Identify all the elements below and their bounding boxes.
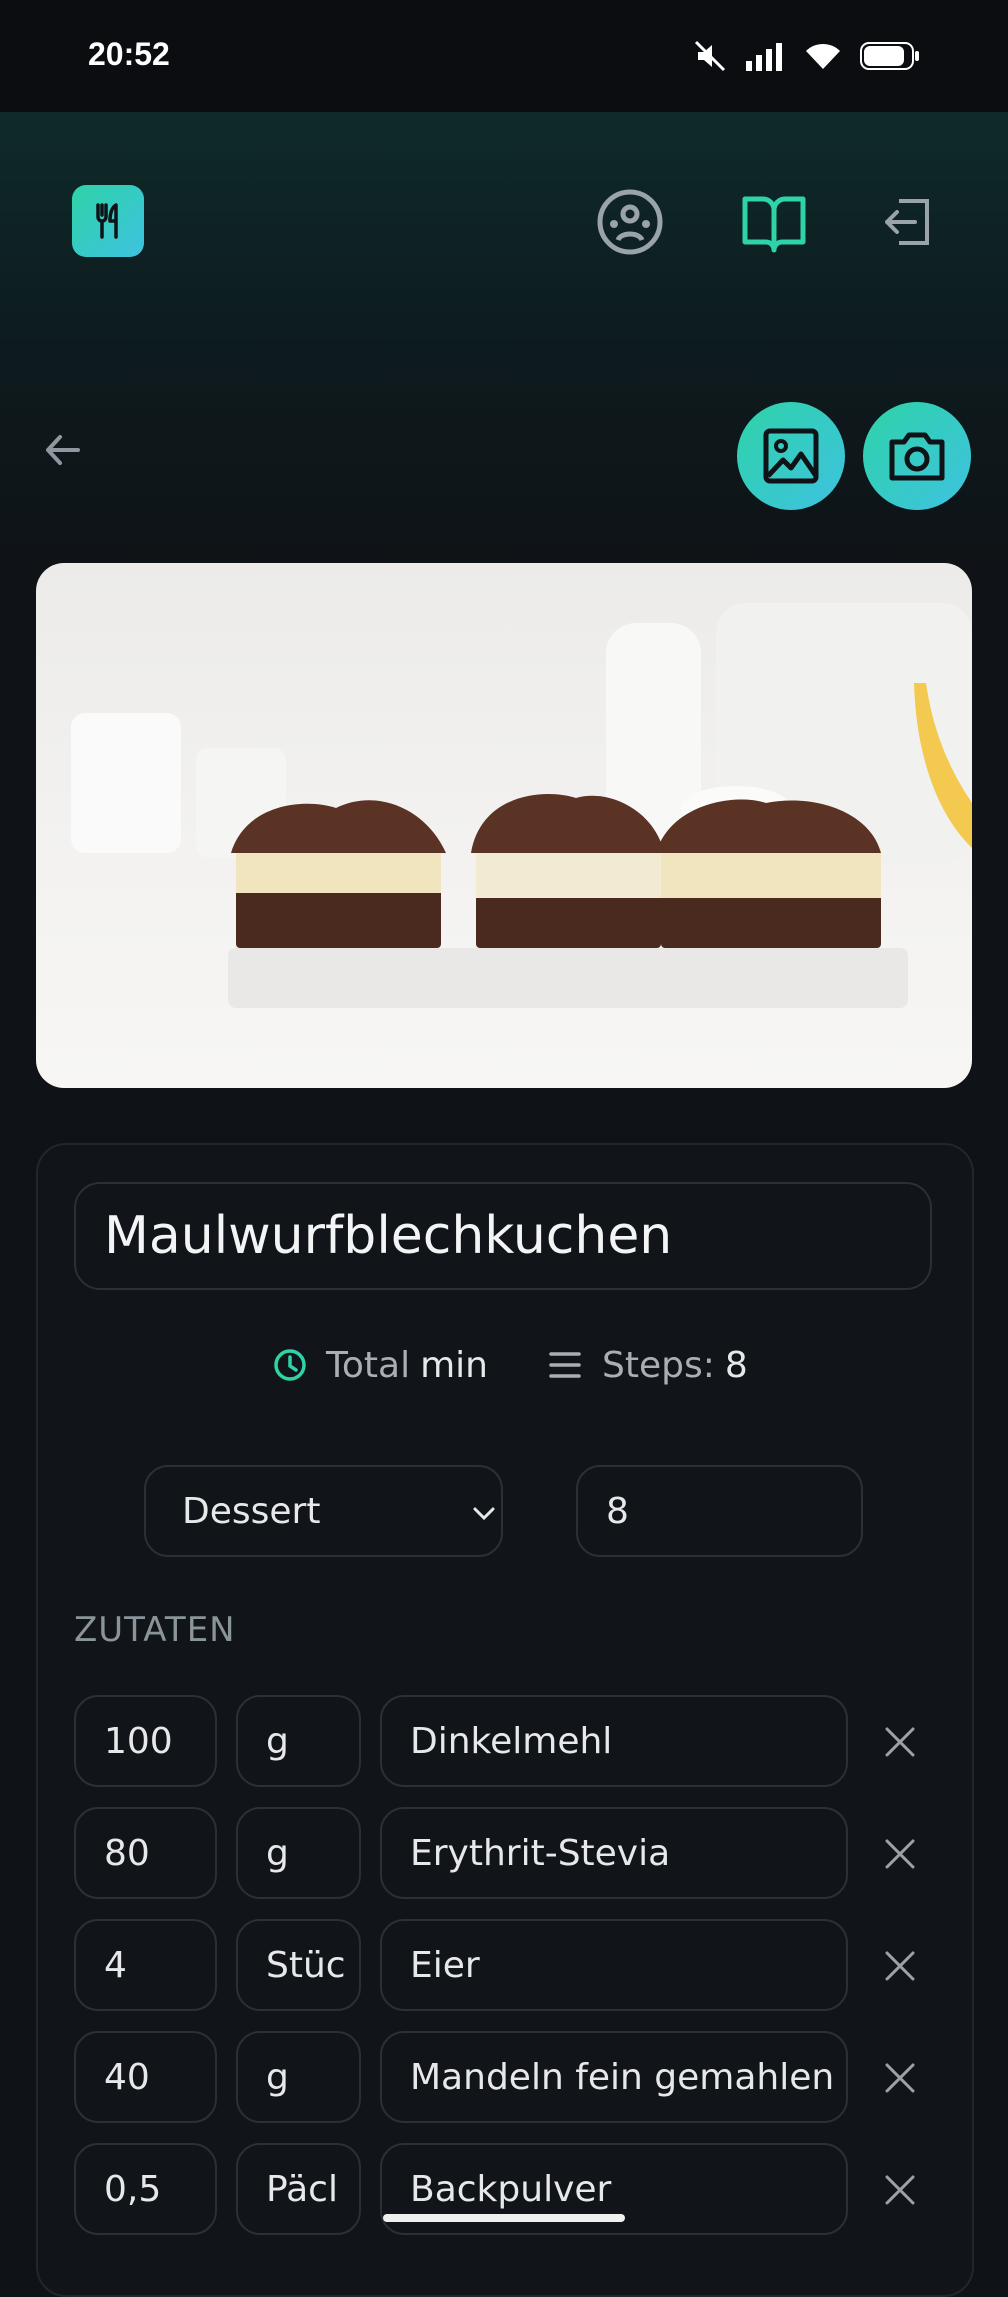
recipe-title-input[interactable]: Maulwurfblechkuchen bbox=[74, 1182, 932, 1290]
app-logo[interactable] bbox=[72, 185, 144, 257]
category-select[interactable]: Dessert bbox=[144, 1465, 503, 1557]
camera-button[interactable] bbox=[863, 402, 971, 510]
remove-ingredient-button[interactable] bbox=[880, 1834, 920, 1874]
ingredients-heading: ZUTATEN bbox=[74, 1610, 236, 1650]
ingredient-amount-input[interactable]: 40 bbox=[74, 2031, 217, 2123]
ingredient-name-input[interactable]: Dinkelmehl bbox=[380, 1695, 848, 1787]
servings-input[interactable]: 8 bbox=[576, 1465, 863, 1557]
ingredient-amount-input[interactable]: 0,5 bbox=[74, 2143, 217, 2235]
ingredient-name-input[interactable]: Erythrit-Stevia bbox=[380, 1807, 848, 1899]
remove-ingredient-button[interactable] bbox=[880, 1946, 920, 1986]
ingredient-unit-input[interactable]: g bbox=[236, 1695, 361, 1787]
back-button[interactable] bbox=[38, 425, 88, 475]
community-icon bbox=[597, 189, 663, 255]
chevron-down-icon bbox=[473, 1507, 495, 1521]
close-icon bbox=[885, 2175, 915, 2205]
logout-icon bbox=[885, 199, 929, 245]
arrow-left-icon bbox=[46, 435, 80, 465]
battery-icon bbox=[860, 42, 919, 70]
list-icon bbox=[549, 1352, 581, 1378]
recipe-photo bbox=[36, 563, 972, 1088]
wifi-icon bbox=[806, 43, 840, 69]
category-value: Dessert bbox=[182, 1490, 321, 1532]
total-time-label: Total bbox=[326, 1344, 411, 1386]
mute-icon bbox=[694, 40, 726, 72]
steps-count: Steps: 8 bbox=[548, 1340, 748, 1390]
nav-logout[interactable] bbox=[872, 186, 944, 258]
close-icon bbox=[885, 1951, 915, 1981]
ingredient-unit-input[interactable]: Stüc bbox=[236, 1919, 361, 2011]
close-icon bbox=[885, 1839, 915, 1869]
nav-community[interactable] bbox=[594, 186, 666, 258]
remove-ingredient-button[interactable] bbox=[880, 2058, 920, 2098]
ingredient-amount-input[interactable]: 4 bbox=[74, 1919, 217, 2011]
recipe-book-icon bbox=[742, 196, 806, 253]
clock-icon bbox=[274, 1349, 306, 1381]
ingredient-unit-input[interactable]: g bbox=[236, 1807, 361, 1899]
close-icon bbox=[885, 1727, 915, 1757]
header bbox=[0, 112, 1008, 582]
remove-ingredient-button[interactable] bbox=[880, 1722, 920, 1762]
ingredient-amount-input[interactable]: 100 bbox=[74, 1695, 217, 1787]
fork-knife-icon bbox=[96, 203, 118, 239]
remove-ingredient-button[interactable] bbox=[880, 2170, 920, 2210]
status-bar: 20:52 bbox=[0, 0, 1008, 112]
total-time: Total min bbox=[272, 1340, 488, 1390]
ingredient-amount-input[interactable]: 80 bbox=[74, 1807, 217, 1899]
gallery-button[interactable] bbox=[737, 402, 845, 510]
total-time-unit: min bbox=[420, 1344, 488, 1386]
home-indicator[interactable] bbox=[383, 2214, 625, 2222]
ingredient-name-input[interactable]: Eier bbox=[380, 1919, 848, 2011]
signal-icon bbox=[746, 43, 782, 71]
image-icon bbox=[763, 428, 819, 484]
nav-recipe-book[interactable] bbox=[738, 186, 810, 258]
ingredient-unit-input[interactable]: g bbox=[236, 2031, 361, 2123]
status-time: 20:52 bbox=[88, 36, 170, 72]
steps-label: Steps: bbox=[602, 1344, 715, 1386]
close-icon bbox=[885, 2063, 915, 2093]
steps-value: 8 bbox=[724, 1344, 748, 1386]
ingredient-name-input[interactable]: Mandeln fein gemahlen bbox=[380, 2031, 848, 2123]
camera-icon bbox=[889, 432, 945, 481]
ingredient-unit-input[interactable]: Päcl bbox=[236, 2143, 361, 2235]
